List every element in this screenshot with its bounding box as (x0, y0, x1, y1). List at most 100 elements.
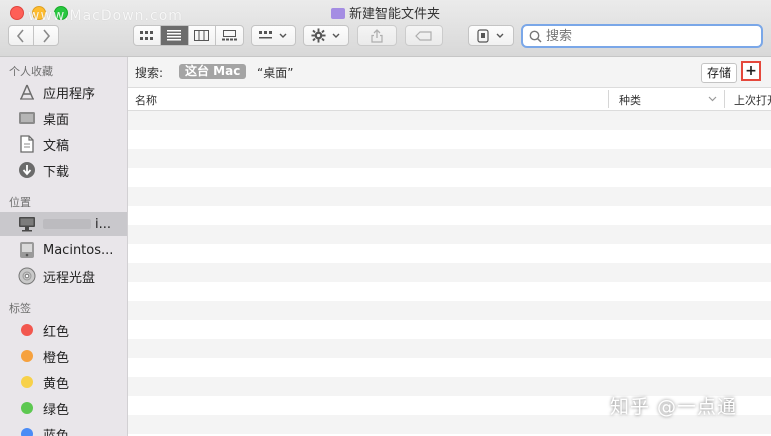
gear-icon (311, 28, 326, 43)
table-row[interactable] (128, 244, 771, 263)
forward-button[interactable] (34, 26, 58, 45)
table-row[interactable] (128, 282, 771, 301)
table-row[interactable] (128, 225, 771, 244)
window-title: 新建智能文件夹 (0, 3, 771, 22)
add-criteria-button[interactable]: + (741, 61, 761, 81)
sidebar-item-remote-disc[interactable]: 远程光盘 (0, 264, 127, 288)
path-button[interactable] (468, 25, 514, 46)
sidebar-item-tag-orange[interactable]: 橙色 (0, 344, 127, 368)
file-list-area: 搜索: 这台 Mac “桌面” 存储 + 名称 种类 上次打开 (128, 57, 771, 436)
table-row[interactable] (128, 130, 771, 149)
credit-watermark: 知乎 @一点通 (610, 396, 738, 418)
smart-folder-icon (330, 8, 345, 19)
sidebar-item-computer[interactable]: i... (0, 212, 127, 236)
group-by-button[interactable] (251, 25, 296, 46)
table-row[interactable] (128, 301, 771, 320)
toolbar: www.MacDown.com 新建智能文件夹 (0, 0, 771, 57)
table-row[interactable] (128, 187, 771, 206)
sidebar-section-favorites: 个人收藏 (9, 65, 53, 78)
sidebar-item-label: 蓝色 (43, 428, 70, 436)
tag-dot-icon (21, 376, 33, 388)
file-rows (128, 111, 771, 436)
column-header: 名称 种类 上次打开 (128, 88, 771, 111)
table-row[interactable] (128, 339, 771, 358)
tag-icon (415, 30, 432, 41)
computer-icon (16, 216, 38, 232)
column-divider[interactable] (608, 90, 609, 108)
tag-dot-icon (21, 402, 33, 414)
table-row[interactable] (128, 263, 771, 282)
nav-buttons (8, 25, 59, 46)
scope-desktop[interactable]: “桌面” (257, 64, 293, 81)
chevron-down-icon (708, 96, 717, 102)
remote-disc-icon (16, 267, 38, 285)
downloads-icon (16, 161, 38, 179)
sidebar-item-tag-yellow[interactable]: 黄色 (0, 370, 127, 394)
sidebar-item-label: 文稿 (43, 138, 70, 154)
share-button[interactable] (357, 25, 397, 46)
gallery-view-button[interactable] (216, 26, 243, 45)
sidebar-item-applications[interactable]: 应用程序 (0, 80, 127, 104)
column-kind[interactable]: 种类 (619, 92, 641, 108)
chevron-down-icon (496, 33, 504, 38)
documents-icon (16, 135, 38, 153)
group-icon (259, 30, 272, 38)
search-icon (529, 30, 542, 43)
share-icon (371, 28, 383, 43)
sidebar-item-label: 红色 (43, 324, 70, 340)
table-row[interactable] (128, 320, 771, 339)
sidebar-section-locations: 位置 (9, 196, 31, 209)
chevron-right-icon (43, 28, 51, 43)
table-row[interactable] (128, 168, 771, 187)
search-scope-bar: 搜索: 这台 Mac “桌面” 存储 + (128, 57, 771, 88)
sidebar-item-tag-blue[interactable]: 蓝色 (0, 422, 127, 436)
hard-drive-icon (16, 241, 38, 259)
search-scope-label: 搜索: (135, 66, 164, 80)
list-view-button[interactable] (161, 26, 189, 45)
sidebar-item-label: Macintos... (43, 242, 114, 258)
sidebar: 个人收藏 应用程序 桌面 文稿 下载 位置 i... Macintos... 远… (0, 57, 128, 436)
icon-view-icon (140, 30, 154, 40)
path-icon (477, 28, 489, 43)
sidebar-item-tag-red[interactable]: 红色 (0, 318, 127, 342)
sidebar-item-label: 桌面 (43, 112, 70, 128)
list-view-icon (167, 30, 182, 41)
sidebar-item-downloads[interactable]: 下载 (0, 158, 127, 182)
chevron-down-icon (332, 33, 340, 38)
sidebar-item-label: 橙色 (43, 350, 70, 366)
tag-dot-icon (21, 324, 33, 336)
finder-window: www.MacDown.com 新建智能文件夹 搜索 个人收藏 应用程序 桌面 … (0, 0, 771, 436)
sidebar-item-desktop[interactable]: 桌面 (0, 106, 127, 130)
tag-dot-icon (21, 428, 33, 436)
chevron-left-icon (16, 28, 24, 43)
column-last-opened[interactable]: 上次打开 (734, 92, 771, 108)
table-row[interactable] (128, 358, 771, 377)
back-button[interactable] (9, 26, 34, 45)
applications-icon (16, 83, 38, 101)
sidebar-item-macintosh-hd[interactable]: Macintos... (0, 238, 127, 262)
table-row[interactable] (128, 149, 771, 168)
tag-button[interactable] (405, 25, 443, 46)
action-button[interactable] (303, 25, 349, 46)
sidebar-item-label: 远程光盘 (43, 270, 96, 286)
sidebar-section-tags: 标签 (9, 302, 31, 315)
tag-dot-icon (21, 350, 33, 362)
column-divider[interactable] (724, 90, 725, 108)
column-name[interactable]: 名称 (135, 92, 157, 108)
scope-this-mac[interactable]: 这台 Mac (179, 64, 247, 79)
column-view-button[interactable] (189, 26, 216, 45)
sidebar-item-label: i... (95, 216, 112, 232)
gallery-view-icon (221, 30, 237, 41)
sidebar-item-tag-green[interactable]: 绿色 (0, 396, 127, 420)
table-row[interactable] (128, 111, 771, 130)
column-view-icon (194, 30, 210, 41)
search-field[interactable] (521, 24, 763, 48)
icon-view-button[interactable] (134, 26, 162, 45)
search-input[interactable] (542, 27, 748, 45)
desktop-icon (16, 111, 38, 125)
sidebar-item-documents[interactable]: 文稿 (0, 132, 127, 156)
view-mode-control (133, 25, 244, 46)
save-button[interactable]: 存储 (701, 63, 738, 83)
table-row[interactable] (128, 206, 771, 225)
sidebar-item-label: 下载 (43, 164, 70, 180)
